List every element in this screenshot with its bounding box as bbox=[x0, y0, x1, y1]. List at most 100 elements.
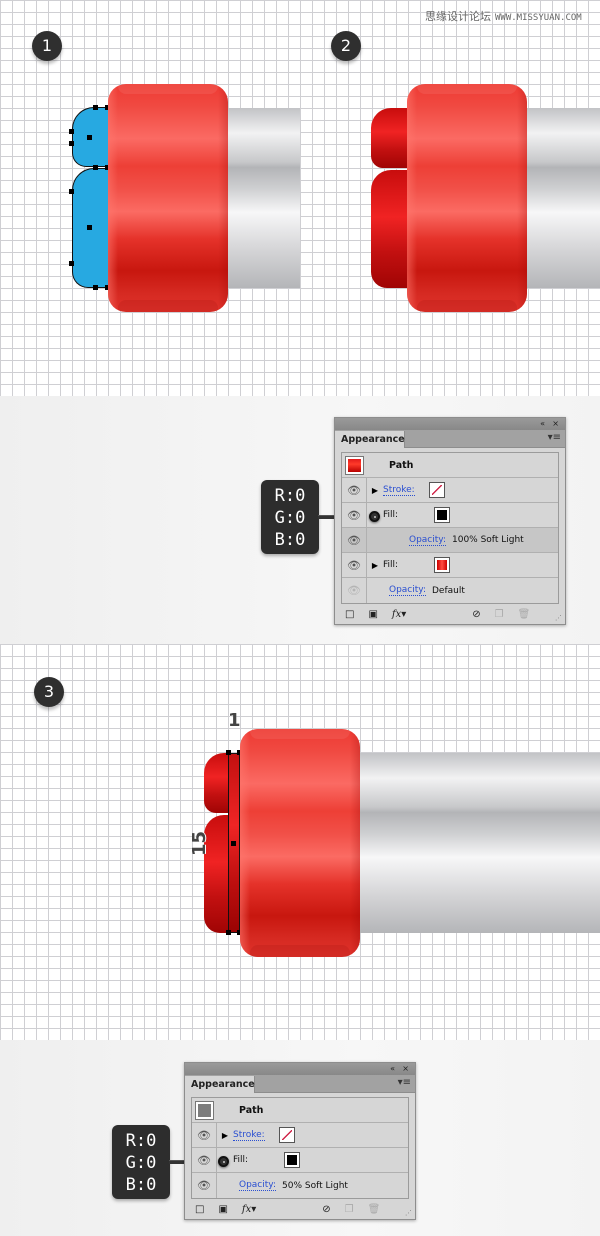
duplicate-item-icon[interactable]: ❐ bbox=[495, 609, 504, 620]
eye-icon[interactable]: 👁 bbox=[342, 553, 367, 577]
appearance-list: Path 👁 ▶ Stroke: 👁 Fill: 👁 Opacity: 50% … bbox=[191, 1097, 409, 1199]
eye-icon[interactable]: 👁 bbox=[342, 503, 367, 527]
callout-r: R:0 bbox=[274, 486, 306, 506]
stroke-row[interactable]: 👁 ▶ Stroke: bbox=[192, 1123, 408, 1148]
resize-grip[interactable]: ⋰ bbox=[405, 1209, 412, 1217]
opacity-value: Default bbox=[432, 585, 465, 596]
fill-label: Fill: bbox=[233, 1155, 249, 1165]
callout-b: B:0 bbox=[274, 530, 306, 550]
stroke-link[interactable]: Stroke: bbox=[383, 485, 415, 496]
watermark-url: WWW.MISSYUAN.COM bbox=[495, 13, 582, 23]
anchor-point bbox=[93, 165, 98, 170]
object-row[interactable]: Path bbox=[342, 453, 558, 478]
step-badge-1: 1 bbox=[32, 31, 62, 61]
callout-r: R:0 bbox=[125, 1131, 157, 1151]
callout-leader-dot bbox=[369, 511, 380, 522]
step-badge-3: 3 bbox=[34, 677, 64, 707]
stroke-none-swatch[interactable] bbox=[428, 482, 445, 498]
anchor-point bbox=[69, 189, 74, 194]
object-row[interactable]: Path bbox=[192, 1098, 408, 1123]
clear-appearance-icon[interactable]: ⊘ bbox=[472, 609, 480, 620]
watermark-site: 思缘设计论坛 bbox=[425, 10, 491, 23]
close-icon[interactable]: × bbox=[552, 418, 559, 430]
opacity-link[interactable]: Opacity: bbox=[389, 585, 426, 596]
anchor-point bbox=[87, 135, 92, 140]
fill-black-swatch[interactable] bbox=[284, 1152, 301, 1168]
eye-icon[interactable]: 👁 bbox=[342, 528, 367, 552]
collapse-icon[interactable]: « bbox=[540, 418, 545, 430]
anchor-point bbox=[231, 841, 236, 846]
add-stroke-icon[interactable]: □ bbox=[345, 609, 354, 620]
anchor-point bbox=[69, 129, 74, 134]
eye-icon[interactable]: 👁 bbox=[342, 478, 367, 502]
close-icon[interactable]: × bbox=[402, 1063, 409, 1075]
red-lobe-bottom bbox=[371, 170, 411, 288]
pen-cap bbox=[407, 84, 527, 312]
appearance-panel: « × Appearance ▾≡ Path 👁 ▶ Stroke: 👁 Fil… bbox=[334, 417, 566, 625]
resize-grip[interactable]: ⋰ bbox=[555, 614, 562, 622]
height-dimension-label: 15 bbox=[189, 830, 211, 857]
object-label: Path bbox=[389, 459, 414, 471]
panel-titlebar[interactable]: « × bbox=[335, 418, 565, 430]
opacity-value: 50% Soft Light bbox=[282, 1180, 348, 1191]
add-fill-icon[interactable]: ▣ bbox=[368, 609, 377, 620]
panel-menu-icon[interactable]: ▾≡ bbox=[548, 432, 561, 443]
rgb-callout: R:0 G:0 B:0 bbox=[261, 480, 319, 554]
add-stroke-icon[interactable]: □ bbox=[195, 1204, 204, 1215]
eye-icon[interactable]: 👁 bbox=[192, 1148, 217, 1172]
appearance-panel: « × Appearance ▾≡ Path 👁 ▶ Stroke: 👁 Fil… bbox=[184, 1062, 416, 1220]
eye-icon[interactable]: 👁 bbox=[342, 578, 367, 603]
add-fill-icon[interactable]: ▣ bbox=[218, 1204, 227, 1215]
expand-triangle-icon[interactable]: ▶ bbox=[367, 486, 383, 495]
rgb-callout: R:0 G:0 B:0 bbox=[112, 1125, 170, 1199]
anchor-point bbox=[93, 105, 98, 110]
opacity-value: 100% Soft Light bbox=[452, 535, 524, 545]
opacity-row[interactable]: 👁 Opacity: 50% Soft Light bbox=[192, 1173, 408, 1198]
watermark: 思缘设计论坛 WWW.MISSYUAN.COM bbox=[425, 8, 582, 24]
pen-cap bbox=[240, 729, 360, 957]
opacity-link[interactable]: Opacity: bbox=[239, 1180, 276, 1191]
expand-triangle-icon[interactable]: ▶ bbox=[217, 1131, 233, 1140]
appearance-list: Path 👁 ▶ Stroke: 👁 Fill: 👁 Opacity: 100%… bbox=[341, 452, 559, 604]
panel-footer: □ ▣ fx▾ ⊘ ❐ 🗑 ⋰ bbox=[185, 1199, 415, 1219]
callout-g: G:0 bbox=[125, 1153, 157, 1173]
fx-button[interactable]: fx▾ bbox=[242, 1204, 256, 1215]
trash-icon[interactable]: 🗑 bbox=[518, 609, 531, 620]
eye-icon[interactable]: 👁 bbox=[192, 1173, 217, 1198]
fill-label: Fill: bbox=[383, 510, 399, 520]
collapse-icon[interactable]: « bbox=[390, 1063, 395, 1075]
pen-barrel bbox=[355, 753, 600, 933]
anchor-point bbox=[69, 141, 74, 146]
fill-row[interactable]: 👁 ▶ Fill: bbox=[342, 553, 558, 578]
opacity-row[interactable]: 👁 Opacity: 100% Soft Light bbox=[342, 528, 558, 553]
object-label: Path bbox=[239, 1104, 264, 1116]
pen-cap bbox=[108, 84, 228, 312]
stroke-row[interactable]: 👁 ▶ Stroke: bbox=[342, 478, 558, 503]
object-thumbnail bbox=[345, 455, 364, 475]
callout-leader-dot bbox=[218, 1156, 229, 1167]
tab-appearance[interactable]: Appearance bbox=[335, 431, 405, 448]
fill-gradient-swatch[interactable] bbox=[434, 557, 451, 573]
object-thumbnail bbox=[195, 1100, 214, 1120]
panel-menu-icon[interactable]: ▾≡ bbox=[398, 1077, 411, 1088]
opacity-row[interactable]: 👁 Opacity: Default bbox=[342, 578, 558, 603]
panel-titlebar[interactable]: « × bbox=[185, 1063, 415, 1075]
width-dimension-label: 1 bbox=[228, 710, 241, 731]
trash-icon[interactable]: 🗑 bbox=[368, 1204, 381, 1215]
pen-barrel bbox=[222, 108, 300, 288]
duplicate-item-icon[interactable]: ❐ bbox=[345, 1204, 354, 1215]
fill-black-swatch[interactable] bbox=[434, 507, 451, 523]
panel-footer: □ ▣ fx▾ ⊘ ❐ 🗑 ⋰ bbox=[335, 604, 565, 624]
tab-appearance[interactable]: Appearance bbox=[185, 1076, 255, 1093]
fx-button[interactable]: fx▾ bbox=[392, 609, 406, 620]
stroke-none-swatch[interactable] bbox=[278, 1127, 295, 1143]
stroke-link[interactable]: Stroke: bbox=[233, 1130, 265, 1141]
clear-appearance-icon[interactable]: ⊘ bbox=[322, 1204, 330, 1215]
anchor-point bbox=[226, 750, 231, 755]
expand-triangle-icon[interactable]: ▶ bbox=[367, 561, 383, 570]
anchor-point bbox=[93, 285, 98, 290]
fill-label: Fill: bbox=[383, 560, 399, 570]
opacity-link[interactable]: Opacity: bbox=[409, 535, 446, 546]
anchor-point bbox=[226, 930, 231, 935]
eye-icon[interactable]: 👁 bbox=[192, 1123, 217, 1147]
